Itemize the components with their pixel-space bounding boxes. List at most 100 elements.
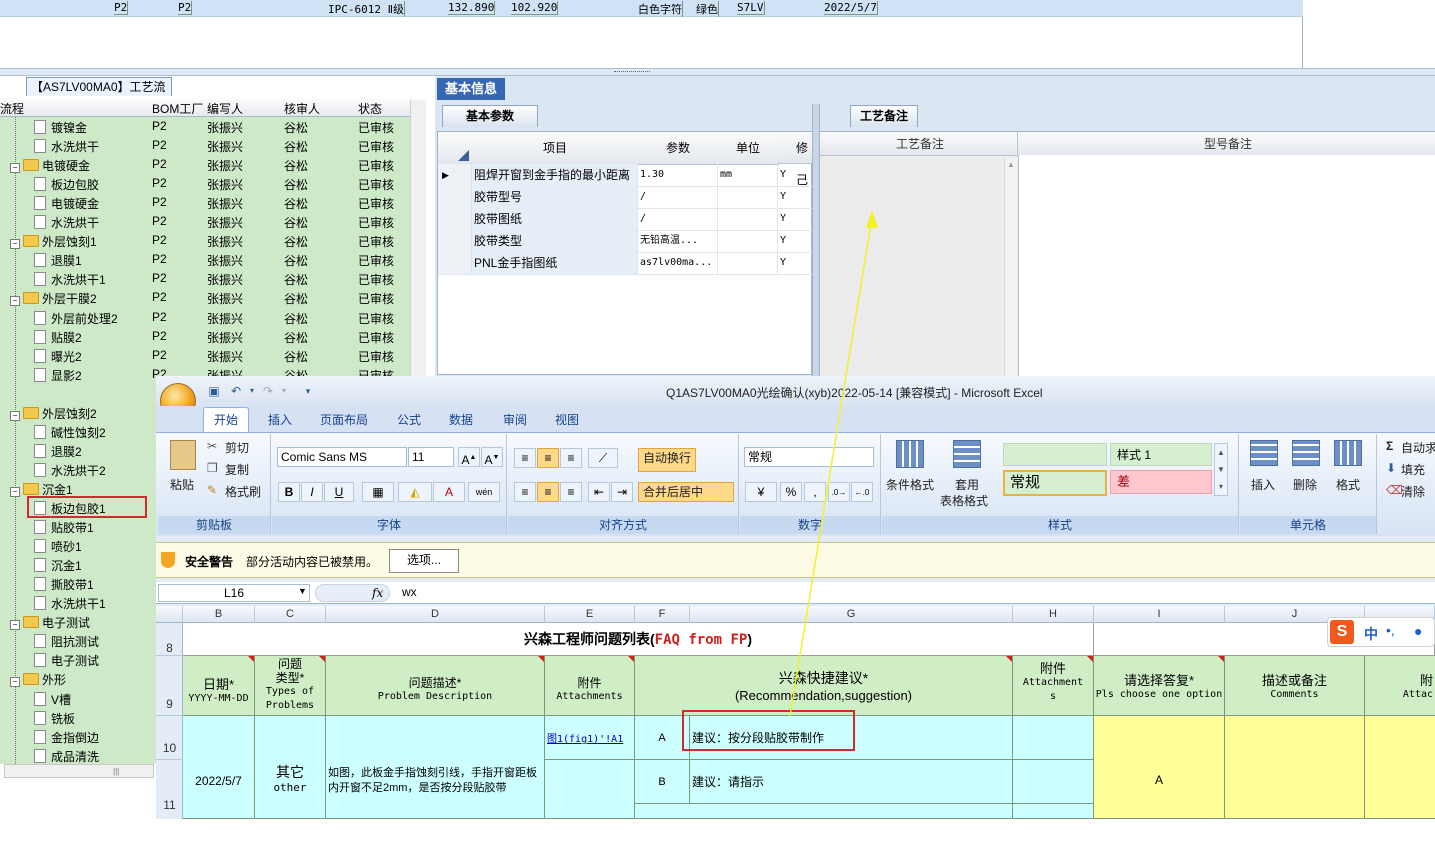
hdr-choose-option[interactable]: 请选择答复* Pls choose one option [1094, 656, 1225, 716]
param-cell-item[interactable]: 胶带型号 [472, 186, 638, 208]
format-as-table-label-2[interactable]: 表格格式 [940, 492, 988, 509]
collapse-icon[interactable]: − [10, 163, 20, 173]
process-flow-tab[interactable]: 【AS7LV00MA0】工艺流程 [26, 77, 172, 112]
col-header-f[interactable]: F [635, 606, 690, 623]
param-row[interactable]: PNL金手指图纸 as7lv00ma... Y [438, 252, 813, 275]
bold-button[interactable]: B [278, 482, 300, 502]
tree-node[interactable]: 退膜2 [34, 443, 82, 460]
param-cell-unit[interactable] [718, 230, 778, 252]
tree-node[interactable]: 电子测试 [34, 652, 99, 669]
param-cell-item[interactable]: 阻焊开窗到金手指的最小距离 [472, 164, 638, 186]
tree-header-writer[interactable]: 编写人 [207, 100, 243, 117]
col-header-e[interactable]: E [545, 606, 635, 623]
sheet-title-cell[interactable]: 兴森工程师问题列表(FAQ from FP) [183, 623, 1094, 656]
style-1[interactable]: 样式 1 [1110, 443, 1212, 466]
params-header-unit[interactable]: 单位 [718, 132, 779, 165]
tree-node[interactable]: 电镀硬金 [34, 195, 99, 212]
hdr-date[interactable]: 日期* YYYY-MM-DD [183, 656, 255, 716]
tree-node[interactable]: 阻抗测试 [34, 633, 99, 650]
tree-node[interactable]: 水洗烘干1 [34, 595, 106, 612]
remarks-header-model[interactable]: 型号备注 [1018, 132, 1435, 156]
tree-node[interactable]: 铣板 [34, 710, 75, 727]
tree-row[interactable]: 镀镍金 P2 张振兴 谷松 已审核 [0, 117, 410, 136]
row-selector[interactable] [438, 186, 472, 208]
insert-function-icon[interactable]: fx [372, 586, 383, 600]
param-cell-item[interactable]: PNL金手指图纸 [472, 252, 638, 274]
save-icon[interactable]: ▣ [206, 383, 222, 399]
col-header-b[interactable]: B [183, 606, 255, 623]
cell-h12[interactable] [1013, 804, 1094, 819]
tree-node[interactable]: 水洗烘干 [34, 214, 99, 231]
fill-button[interactable]: 填充 [1401, 461, 1425, 478]
copy-button[interactable]: 复制 [225, 461, 249, 478]
tree-node[interactable]: 成品清洗 [34, 748, 99, 764]
param-cell-value[interactable]: 无铅高温... [638, 230, 718, 252]
row-selector[interactable] [438, 230, 472, 252]
tree-node[interactable]: 喷砂1 [34, 538, 82, 555]
name-box[interactable]: L16 [158, 584, 310, 602]
cell-attachment-3[interactable] [1365, 716, 1435, 819]
param-cell-flag[interactable]: Y [778, 230, 813, 252]
tab-process-remarks[interactable]: 工艺备注 [850, 105, 918, 127]
wrap-text-button[interactable]: 自动换行 [638, 448, 697, 472]
namebox-dropdown-icon[interactable]: ▼ [298, 586, 307, 596]
align-bottom-icon[interactable]: ≡ [560, 448, 582, 468]
tree-node[interactable]: 撕胶带1 [34, 576, 94, 593]
params-header-flag[interactable]: 修己 [778, 132, 813, 187]
collapse-icon[interactable]: − [10, 677, 20, 687]
cut-button[interactable]: 剪切 [225, 439, 249, 456]
param-cell-value[interactable]: / [638, 208, 718, 230]
autosum-button[interactable]: 自动求 [1401, 439, 1435, 456]
param-cell-unit[interactable] [718, 252, 778, 274]
row-header-11[interactable]: 11 [156, 760, 183, 819]
param-cell-value[interactable]: / [638, 186, 718, 208]
row-header-9[interactable]: 9 [156, 656, 183, 716]
grow-font-icon[interactable]: A▲ [458, 447, 480, 467]
param-cell-item[interactable]: 胶带类型 [472, 230, 638, 252]
cell-h11[interactable] [1013, 760, 1094, 804]
param-cell-unit[interactable] [718, 186, 778, 208]
collapse-icon[interactable]: − [10, 620, 20, 630]
col-header-g[interactable]: G [690, 606, 1013, 623]
formula-content[interactable]: wx [402, 585, 417, 599]
cell-e11[interactable] [545, 760, 635, 819]
tab-home[interactable]: 开始 [203, 407, 249, 432]
hdr-comments[interactable]: 描述或备注 Comments [1225, 656, 1365, 716]
insert-cells-button[interactable]: 插入 [1251, 476, 1275, 493]
remarks-header-process[interactable]: 工艺备注 [820, 132, 1018, 156]
tree-node[interactable]: − 外层蚀刻1 [10, 233, 97, 250]
insert-cells-icon[interactable] [1250, 440, 1278, 466]
col-header-d[interactable]: D [326, 606, 545, 623]
cell-type[interactable]: 其它 other [255, 716, 326, 819]
format-as-table-label-1[interactable]: 套用 [955, 476, 979, 493]
undo-icon[interactable]: ↶ [228, 383, 244, 399]
cell-recommendation-b[interactable]: 建议：请指示 [690, 760, 1013, 804]
borders-icon[interactable]: ▦ [362, 482, 394, 502]
autosum-icon[interactable]: Σ [1386, 439, 1393, 453]
param-cell-flag[interactable]: Y [778, 164, 813, 186]
tab-data[interactable]: 数据 [449, 411, 473, 428]
style-gallery-blank[interactable] [1003, 443, 1107, 466]
clear-button[interactable]: 清除 [1401, 483, 1425, 500]
comma-button[interactable]: , [804, 482, 826, 502]
tree-node[interactable]: 金指倒边 [34, 729, 99, 746]
currency-icon[interactable]: ¥ [745, 482, 777, 502]
tree-row[interactable]: − 电镀硬金 P2 张振兴 谷松 已审核 [0, 155, 410, 174]
microphone-icon[interactable]: ● [1414, 623, 1422, 639]
undo-dropdown-icon[interactable]: ▾ [244, 383, 260, 399]
font-name-select[interactable]: Comic Sans MS [277, 447, 407, 467]
param-cell-unit[interactable]: mm [718, 164, 778, 186]
cell-answer[interactable]: A [1094, 716, 1225, 819]
ime-toolbar[interactable]: S 中 •, ● [1327, 617, 1435, 647]
shrink-font-icon[interactable]: A▼ [481, 447, 503, 467]
tree-node[interactable]: − 电子测试 [10, 614, 90, 631]
tree-row[interactable]: − 外层蚀刻1 P2 张振兴 谷松 已审核 [0, 231, 410, 250]
format-cells-icon[interactable] [1334, 440, 1362, 466]
style-gallery-scroll-icon[interactable]: ▲ ▼ ▾ [1214, 443, 1228, 496]
cell-description[interactable]: 如图，此板金手指蚀刻引线，手指开窗距板内开窗不足2mm，是否按分段贴胶带 [326, 716, 545, 819]
tree-header-reviewer[interactable]: 核审人 [284, 100, 320, 117]
increase-decimal-icon[interactable]: .0→ [828, 482, 850, 502]
scroll-up-icon[interactable]: ▲ [1007, 160, 1015, 169]
tree-node[interactable]: 水洗烘干 [34, 138, 99, 155]
tree-node[interactable]: V槽 [34, 691, 71, 708]
